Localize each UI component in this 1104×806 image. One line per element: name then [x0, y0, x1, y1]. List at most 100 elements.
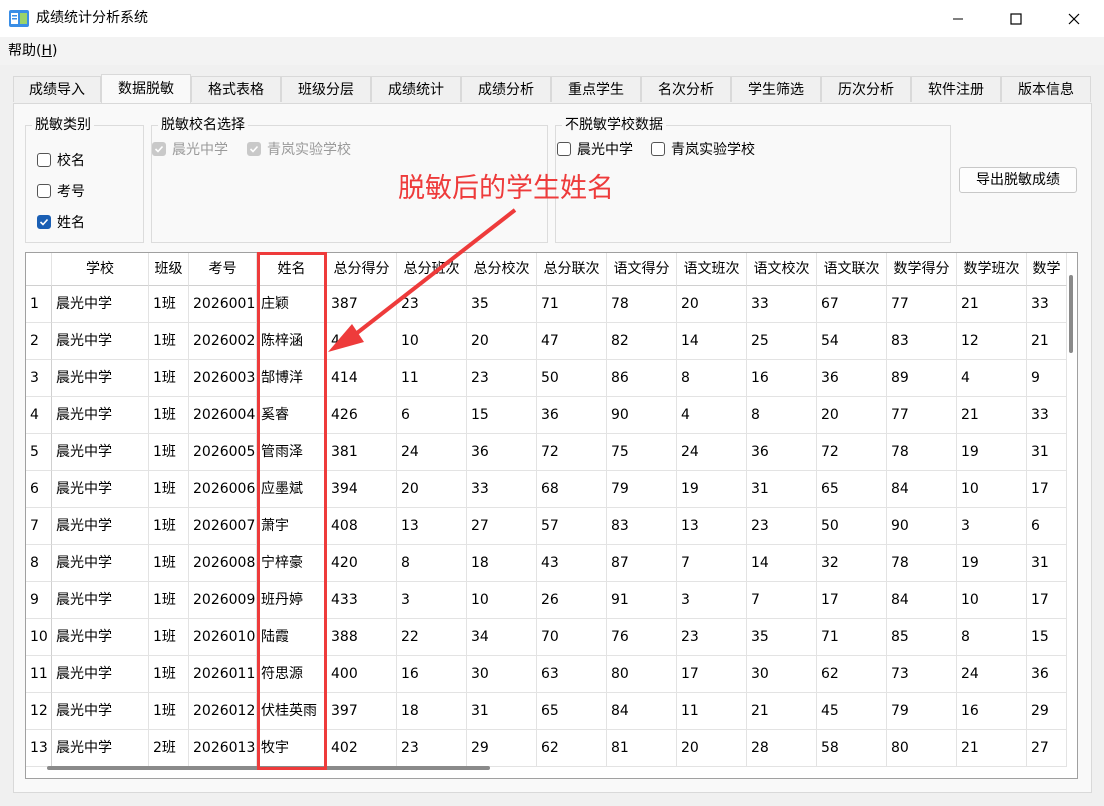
column-header[interactable]: 语文班次	[677, 253, 747, 286]
row-number[interactable]: 11	[26, 656, 52, 693]
table-cell[interactable]: 21	[957, 397, 1027, 434]
table-cell[interactable]: 21	[957, 286, 1027, 323]
table-cell[interactable]: 14	[677, 323, 747, 360]
table-cell[interactable]: 1班	[149, 693, 189, 730]
table-cell[interactable]: 84	[607, 693, 677, 730]
table-row[interactable]: 4 晨光中学 1班 2026004 奚睿 426 6 15 36 90 4 8 20 77 21 33	[26, 397, 1077, 434]
table-cell[interactable]: 晨光中学	[52, 360, 149, 397]
table-cell[interactable]: 2026005	[189, 434, 257, 471]
table-cell[interactable]: 19	[957, 545, 1027, 582]
column-header[interactable]: 数学得分	[887, 253, 957, 286]
table-row[interactable]: 5 晨光中学 1班 2026005 管雨泽 381 24 36 72 75 24 36 72 78 19 31	[26, 434, 1077, 471]
table-cell[interactable]: 30	[467, 656, 537, 693]
table-cell[interactable]: 70	[537, 619, 607, 656]
table-cell[interactable]: 65	[537, 693, 607, 730]
table-cell[interactable]: 33	[1027, 286, 1067, 323]
column-header[interactable]	[26, 253, 52, 286]
tab-item[interactable]: 数据脱敏	[101, 74, 191, 104]
table-cell[interactable]: 19	[957, 434, 1027, 471]
table-cell[interactable]: 400	[327, 656, 397, 693]
table-cell[interactable]: 73	[887, 656, 957, 693]
table-cell[interactable]: 2026006	[189, 471, 257, 508]
table-cell[interactable]: 8	[397, 545, 467, 582]
table-cell[interactable]: 1班	[149, 360, 189, 397]
table-cell[interactable]: 9	[1027, 360, 1067, 397]
table-row[interactable]: 13 晨光中学 2班 2026013 牧宇 402 23 29 62 81 20 28 58 80 21 27	[26, 730, 1077, 767]
table-cell[interactable]: 1班	[149, 508, 189, 545]
mask-type-option[interactable]: 校名	[37, 151, 85, 169]
school-select-option[interactable]: 晨光中学	[152, 140, 228, 158]
table-cell[interactable]: 晨光中学	[52, 582, 149, 619]
table-cell[interactable]: 23	[467, 360, 537, 397]
table-cell[interactable]: 17	[1027, 471, 1067, 508]
row-number[interactable]: 2	[26, 323, 52, 360]
table-cell[interactable]: 26	[537, 582, 607, 619]
table-cell[interactable]: 3	[957, 508, 1027, 545]
table-cell[interactable]: 6	[397, 397, 467, 434]
table-cell[interactable]: 1班	[149, 397, 189, 434]
table-cell[interactable]: 33	[747, 286, 817, 323]
table-cell[interactable]: 84	[887, 582, 957, 619]
mask-type-option[interactable]: 考号	[37, 182, 85, 200]
table-cell[interactable]: 45	[817, 693, 887, 730]
table-row[interactable]: 10 晨光中学 1班 2026010 陆霞 388 22 34 70 76 23 35 71 85 8 15	[26, 619, 1077, 656]
table-cell[interactable]: 90	[607, 397, 677, 434]
table-cell[interactable]: 36	[747, 434, 817, 471]
table-cell[interactable]: 13	[677, 508, 747, 545]
table-cell[interactable]: 10	[397, 323, 467, 360]
table-cell[interactable]: 晨光中学	[52, 508, 149, 545]
column-header[interactable]: 总分得分	[327, 253, 397, 286]
row-number[interactable]: 13	[26, 730, 52, 767]
tab-item[interactable]: 成绩分析	[461, 76, 551, 102]
table-cell[interactable]: 2026012	[189, 693, 257, 730]
school-select-option[interactable]: 青岚实验学校	[247, 140, 351, 158]
table-cell[interactable]: 23	[747, 508, 817, 545]
table-cell[interactable]: 8	[957, 619, 1027, 656]
table-row[interactable]: 6 晨光中学 1班 2026006 应墨斌 394 20 33 68 79 19 31 65 84 10 17	[26, 471, 1077, 508]
table-cell[interactable]: 23	[397, 730, 467, 767]
table-cell[interactable]: 63	[537, 656, 607, 693]
table-cell[interactable]: 2026013	[189, 730, 257, 767]
table-cell[interactable]: 2026004	[189, 397, 257, 434]
table-cell[interactable]: 78	[607, 286, 677, 323]
table-cell[interactable]: 36	[537, 397, 607, 434]
table-cell[interactable]: 90	[887, 508, 957, 545]
column-header[interactable]: 语文联次	[817, 253, 887, 286]
table-cell[interactable]: 17	[1027, 582, 1067, 619]
table-cell[interactable]: 402	[327, 730, 397, 767]
table-cell[interactable]: 晨光中学	[52, 619, 149, 656]
table-cell[interactable]: 24	[677, 434, 747, 471]
table-cell[interactable]: 2026008	[189, 545, 257, 582]
table-cell[interactable]: 2026002	[189, 323, 257, 360]
table-cell[interactable]: 15	[467, 397, 537, 434]
table-cell[interactable]: 397	[327, 693, 397, 730]
table-cell[interactable]: 1班	[149, 656, 189, 693]
row-number[interactable]: 1	[26, 286, 52, 323]
mask-type-option[interactable]: 姓名	[37, 213, 85, 231]
table-cell[interactable]: 79	[607, 471, 677, 508]
table-cell[interactable]: 10	[957, 471, 1027, 508]
tab-item[interactable]: 学生筛选	[731, 76, 821, 102]
table-cell[interactable]: 20	[677, 730, 747, 767]
column-header[interactable]: 学校	[52, 253, 149, 286]
table-cell[interactable]: 77	[887, 397, 957, 434]
table-cell[interactable]: 13	[397, 508, 467, 545]
table-cell[interactable]: 3	[677, 582, 747, 619]
table-cell[interactable]: 54	[817, 323, 887, 360]
table-cell[interactable]: 28	[747, 730, 817, 767]
menu-help[interactable]: 帮助(H)	[8, 42, 57, 60]
table-cell[interactable]: 83	[887, 323, 957, 360]
table-cell[interactable]: 晨光中学	[52, 434, 149, 471]
close-button[interactable]	[1045, 0, 1103, 37]
table-cell[interactable]: 387	[327, 286, 397, 323]
table-cell[interactable]: 78	[887, 545, 957, 582]
table-cell[interactable]: 408	[327, 508, 397, 545]
row-number[interactable]: 8	[26, 545, 52, 582]
table-cell[interactable]: 47	[537, 323, 607, 360]
table-cell[interactable]: 80	[607, 656, 677, 693]
table-cell[interactable]: 80	[887, 730, 957, 767]
column-header[interactable]: 总分班次	[397, 253, 467, 286]
table-cell[interactable]: 20	[677, 286, 747, 323]
table-row[interactable]: 12 晨光中学 1班 2026012 伏桂英雨 397 18 31 65 84 11 21 45 79 16…	[26, 693, 1077, 730]
tab-item[interactable]: 名次分析	[641, 76, 731, 102]
